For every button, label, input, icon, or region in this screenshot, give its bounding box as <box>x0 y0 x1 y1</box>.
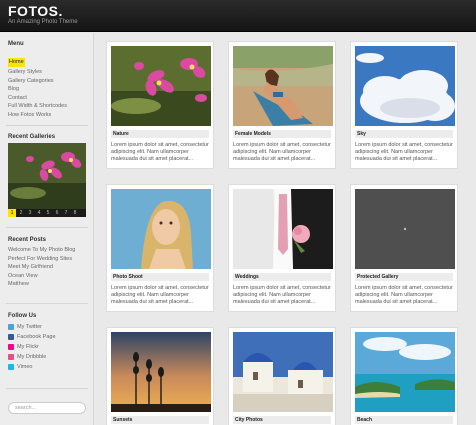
recent-post-link[interactable]: Meet My Girlfriend <box>8 263 88 272</box>
sidebar: Menu Home Gallery Styles Gallery Categor… <box>0 33 94 425</box>
gallery-thumbnail[interactable] <box>111 46 211 126</box>
dribbble-icon <box>8 354 14 360</box>
gallery-card-sunsets[interactable]: Sunsets <box>106 327 214 425</box>
menu-section: Menu Home Gallery Styles Gallery Categor… <box>8 41 88 120</box>
protected-thumbnail[interactable] <box>355 189 455 269</box>
gallery-description: Lorem ipsum dolor sit amet, consectetur … <box>233 142 331 163</box>
gallery-card-weddings[interactable]: Weddings Lorem ipsum dolor sit amet, con… <box>228 184 336 312</box>
gallery-caption[interactable]: Protected Gallery <box>355 273 453 281</box>
recent-post-link[interactable]: Matthew <box>8 280 88 289</box>
gallery-card-sky[interactable]: Sky Lorem ipsum dolor sit amet, consecte… <box>350 41 458 169</box>
recent-galleries-pager: 1 2 3 4 5 6 7 8 <box>8 209 86 217</box>
gallery-card-protected[interactable]: Protected Gallery Lorem ipsum dolor sit … <box>350 184 458 312</box>
follow-label: My Twitter <box>17 324 42 330</box>
gallery-card-female-models[interactable]: Female Models Lorem ipsum dolor sit amet… <box>228 41 336 169</box>
recent-post-link[interactable]: Welcome To My Photo Blog <box>8 246 88 255</box>
site-tagline: An Amazing Photo Theme <box>8 19 78 25</box>
recent-galleries-section: Recent Galleries 1 2 3 4 5 6 7 8 <box>8 134 88 217</box>
flickr-icon <box>8 344 14 350</box>
pager-page-4[interactable]: 4 <box>35 209 43 217</box>
menu-item-full-width[interactable]: Full Width & Shortcodes <box>8 102 88 111</box>
pager-page-8[interactable]: 8 <box>71 209 79 217</box>
lock-icon <box>403 227 407 231</box>
pager-page-1[interactable]: 1 <box>8 209 16 217</box>
gallery-thumbnail[interactable] <box>233 46 333 126</box>
gallery-caption[interactable]: Beach <box>355 416 453 424</box>
recent-gallery-thumbnail[interactable] <box>8 143 86 209</box>
follow-flickr-link[interactable]: My Flickr <box>8 342 88 352</box>
menu-item-how-it-works[interactable]: How Fotos Works <box>8 111 88 120</box>
follow-label: Vimeo <box>17 364 33 370</box>
pager-page-6[interactable]: 6 <box>53 209 61 217</box>
gallery-description: Lorem ipsum dolor sit amet, consectetur … <box>233 285 331 306</box>
gallery-caption[interactable]: Photo Shoot <box>111 273 209 281</box>
site-logo[interactable]: FOTOS. <box>8 3 63 19</box>
pager-page-7[interactable]: 7 <box>62 209 70 217</box>
facebook-icon <box>8 334 14 340</box>
menu-item-gallery-styles[interactable]: Gallery Styles <box>8 68 88 77</box>
recent-post-link[interactable]: Ocean View <box>8 272 88 281</box>
gallery-card-photo-shoot[interactable]: Photo Shoot Lorem ipsum dolor sit amet, … <box>106 184 214 312</box>
follow-label: Facebook Page <box>17 334 56 340</box>
pager-page-5[interactable]: 5 <box>44 209 52 217</box>
twitter-icon <box>8 324 14 330</box>
menu-item-home[interactable]: Home <box>8 58 25 67</box>
menu-item-blog[interactable]: Blog <box>8 85 88 94</box>
gallery-thumbnail[interactable] <box>111 189 211 269</box>
gallery-thumbnail[interactable] <box>111 332 211 412</box>
header-bar: FOTOS. An Amazing Photo Theme <box>0 0 476 32</box>
follow-vimeo-link[interactable]: Vimeo <box>8 362 88 372</box>
gallery-caption[interactable]: Nature <box>111 130 209 138</box>
gallery-description: Lorem ipsum dolor sit amet, consectetur … <box>111 142 209 163</box>
follow-dribbble-link[interactable]: My Dribbble <box>8 352 88 362</box>
gallery-description: Lorem ipsum dolor sit amet, consectetur … <box>355 142 453 163</box>
gallery-thumbnail[interactable] <box>233 332 333 412</box>
gallery-description: Lorem ipsum dolor sit amet, consectetur … <box>355 285 453 306</box>
gallery-thumbnail[interactable] <box>355 332 455 412</box>
follow-label: My Dribbble <box>17 354 47 360</box>
gallery-card-city-photos[interactable]: City Photos <box>228 327 336 425</box>
gallery-card-nature[interactable]: Nature Lorem ipsum dolor sit amet, conse… <box>106 41 214 169</box>
gallery-grid: Nature Lorem ipsum dolor sit amet, conse… <box>94 33 476 425</box>
follow-twitter-link[interactable]: My Twitter <box>8 322 88 332</box>
pager-page-3[interactable]: 3 <box>26 209 34 217</box>
gallery-thumbnail[interactable] <box>355 46 455 126</box>
gallery-caption[interactable]: Sunsets <box>111 416 209 424</box>
follow-label: My Flickr <box>17 344 39 350</box>
gallery-caption[interactable]: Weddings <box>233 273 331 281</box>
menu-item-gallery-categories[interactable]: Gallery Categories <box>8 77 88 86</box>
search-input[interactable]: search... <box>8 402 86 414</box>
gallery-caption[interactable]: Female Models <box>233 130 331 138</box>
gallery-caption[interactable]: City Photos <box>233 416 331 424</box>
follow-facebook-link[interactable]: Facebook Page <box>8 332 88 342</box>
recent-posts-title: Recent Posts <box>8 237 47 243</box>
recent-post-link[interactable]: Perfect For Wedding Sites <box>8 255 88 264</box>
sidebar-divider <box>6 303 88 304</box>
follow-us-section: Follow Us My Twitter Facebook Page My Fl… <box>8 313 88 372</box>
sidebar-divider <box>6 227 88 228</box>
follow-us-title: Follow Us <box>8 313 37 319</box>
recent-galleries-title: Recent Galleries <box>8 134 56 140</box>
sidebar-divider <box>6 388 88 389</box>
menu-title: Menu <box>8 41 24 47</box>
pager-page-2[interactable]: 2 <box>17 209 25 217</box>
gallery-card-beach[interactable]: Beach <box>350 327 458 425</box>
sidebar-divider <box>6 125 88 126</box>
vimeo-icon <box>8 364 14 370</box>
gallery-thumbnail[interactable] <box>233 189 333 269</box>
menu-item-contact[interactable]: Contact <box>8 94 88 103</box>
gallery-caption[interactable]: Sky <box>355 130 453 138</box>
recent-posts-section: Recent Posts Welcome To My Photo Blog Pe… <box>8 237 88 289</box>
gallery-description: Lorem ipsum dolor sit amet, consectetur … <box>111 285 209 306</box>
